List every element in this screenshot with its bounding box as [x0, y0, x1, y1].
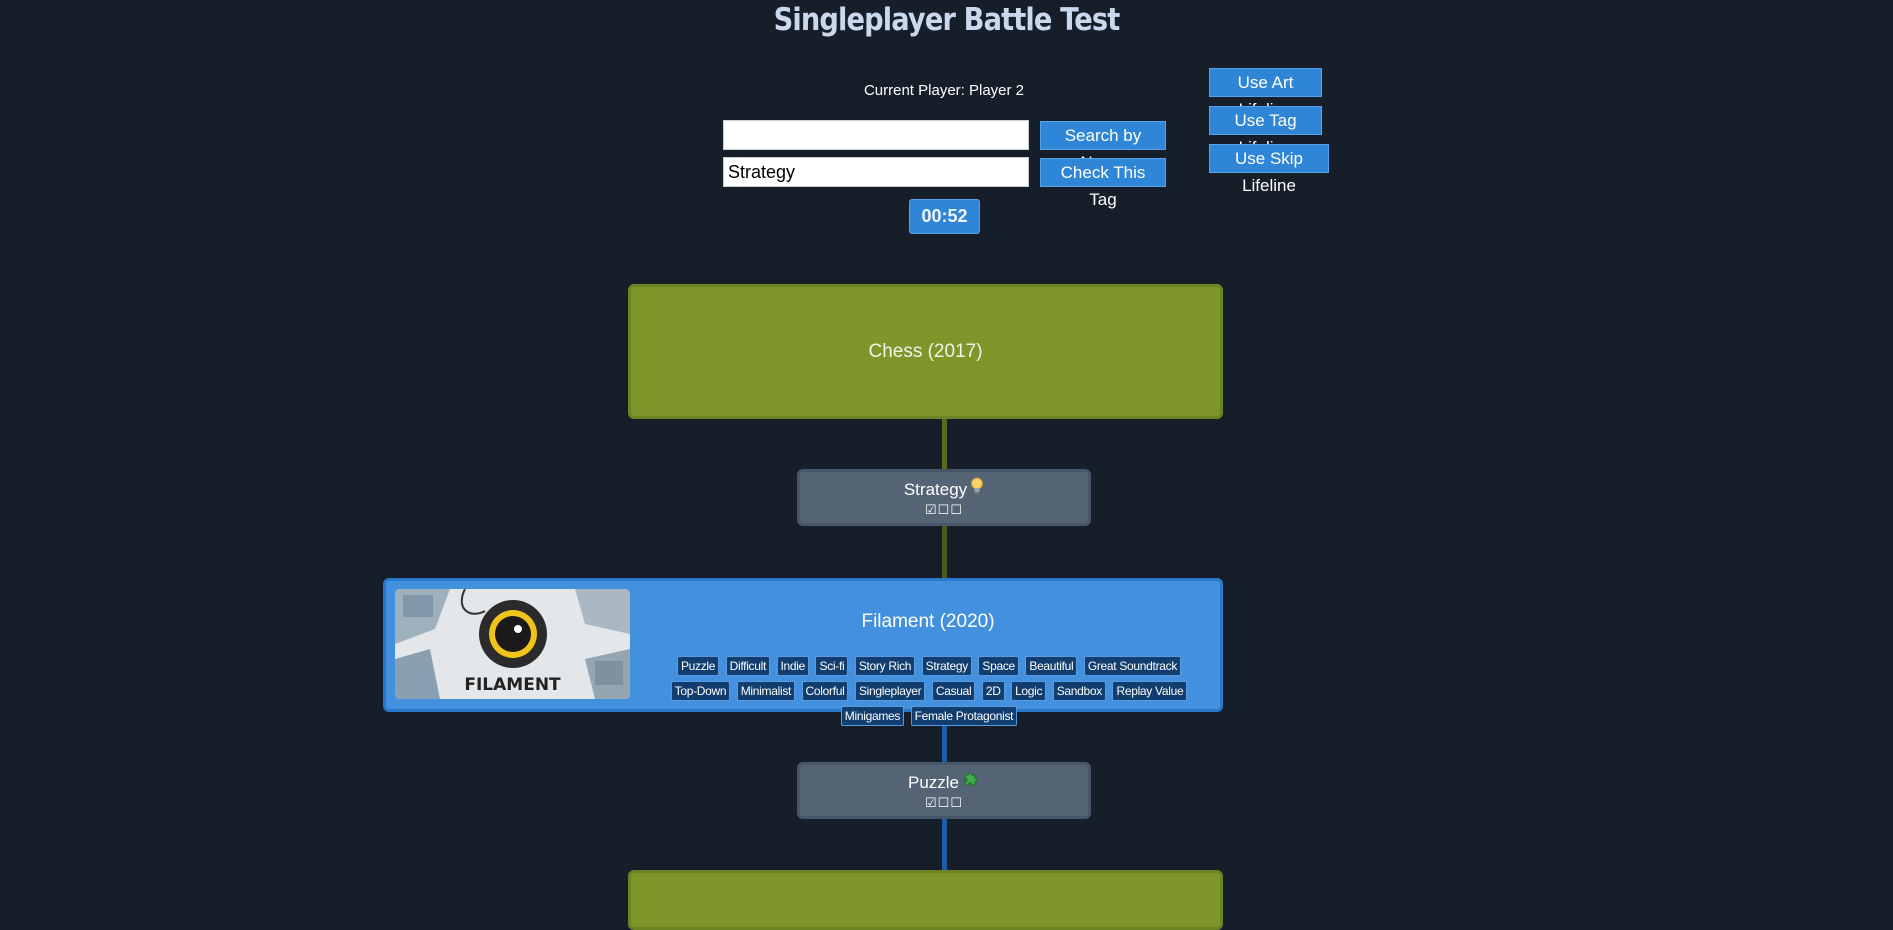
- tag-link-label: Strategy: [903, 480, 968, 499]
- game-node-current: FILAMENT Filament (2020) Puzzle Difficul…: [383, 578, 1223, 726]
- game-tag-chip: Casual: [931, 681, 976, 701]
- tag-lifeline-button[interactable]: Use Tag Lifeline: [1209, 106, 1322, 157]
- game-node-title: Filament (2020): [861, 611, 995, 632]
- game-cover-image: FILAMENT: [395, 589, 630, 699]
- art-lifeline-button[interactable]: Use Art Lifeline: [1209, 68, 1322, 119]
- current-player-label: Current Player: Player 2: [863, 82, 1025, 99]
- tag-link-node: Strategy ☑☐☐: [797, 469, 1091, 526]
- game-tag-chip: Beautiful: [1025, 656, 1078, 676]
- game-tag-chip: Female Protagonist: [910, 706, 1018, 726]
- game-tag-chip: Sandbox: [1052, 681, 1106, 701]
- game-tag-chip: Replay Value: [1112, 681, 1188, 701]
- game-tag-chip: 2D: [981, 681, 1005, 701]
- game-tag-chip: Difficult: [725, 656, 771, 676]
- countdown-timer: 00:52: [909, 199, 980, 234]
- chain-connector: [942, 526, 947, 578]
- game-tag-chip: Singleplayer: [854, 681, 926, 701]
- cover-logo-text: FILAMENT: [464, 675, 561, 695]
- skip-lifeline-button[interactable]: Use Skip Lifeline: [1209, 144, 1329, 195]
- game-tag-chip: Colorful: [801, 681, 849, 701]
- game-tag-list: Puzzle Difficult Indie Sci-fi Story Rich…: [654, 653, 1204, 728]
- chain-connector: [942, 818, 947, 871]
- game-tag-chip: Story Rich: [854, 656, 916, 676]
- page-title: Singleplayer Battle Test: [773, 2, 1121, 38]
- game-tag-chip: Top-Down: [670, 681, 731, 701]
- tag-link-label: Puzzle: [907, 773, 960, 792]
- game-node-target: [628, 870, 1223, 930]
- puzzle-piece-icon: [962, 770, 980, 793]
- game-node-start: Chess (2017): [628, 284, 1223, 419]
- tag-link-node: Puzzle ☑☐☐: [797, 762, 1091, 819]
- search-by-name-button[interactable]: Search by Name: [1040, 121, 1166, 172]
- game-tag-chip: Great Soundtrack: [1083, 656, 1182, 676]
- game-name-input[interactable]: [723, 120, 1029, 150]
- chain-connector: [942, 418, 947, 470]
- lightbulb-icon: [970, 477, 984, 500]
- tag-input[interactable]: [723, 157, 1029, 187]
- game-node-title: Chess (2017): [868, 340, 983, 362]
- game-tag-chip: Space: [978, 656, 1019, 676]
- game-tag-chip: Minimalist: [736, 681, 796, 701]
- game-tag-chip: Indie: [776, 656, 810, 676]
- game-tag-chip: Puzzle: [676, 656, 720, 676]
- game-tag-chip: Logic: [1011, 681, 1047, 701]
- check-tag-button[interactable]: Check This Tag: [1040, 158, 1166, 209]
- tag-use-checkboxes: ☑☐☐: [925, 502, 963, 517]
- tag-use-checkboxes: ☑☐☐: [925, 795, 963, 810]
- game-tag-chip: Minigames: [840, 706, 905, 726]
- game-tag-chip: Strategy: [921, 656, 972, 676]
- game-tag-chip: Sci-fi: [815, 656, 849, 676]
